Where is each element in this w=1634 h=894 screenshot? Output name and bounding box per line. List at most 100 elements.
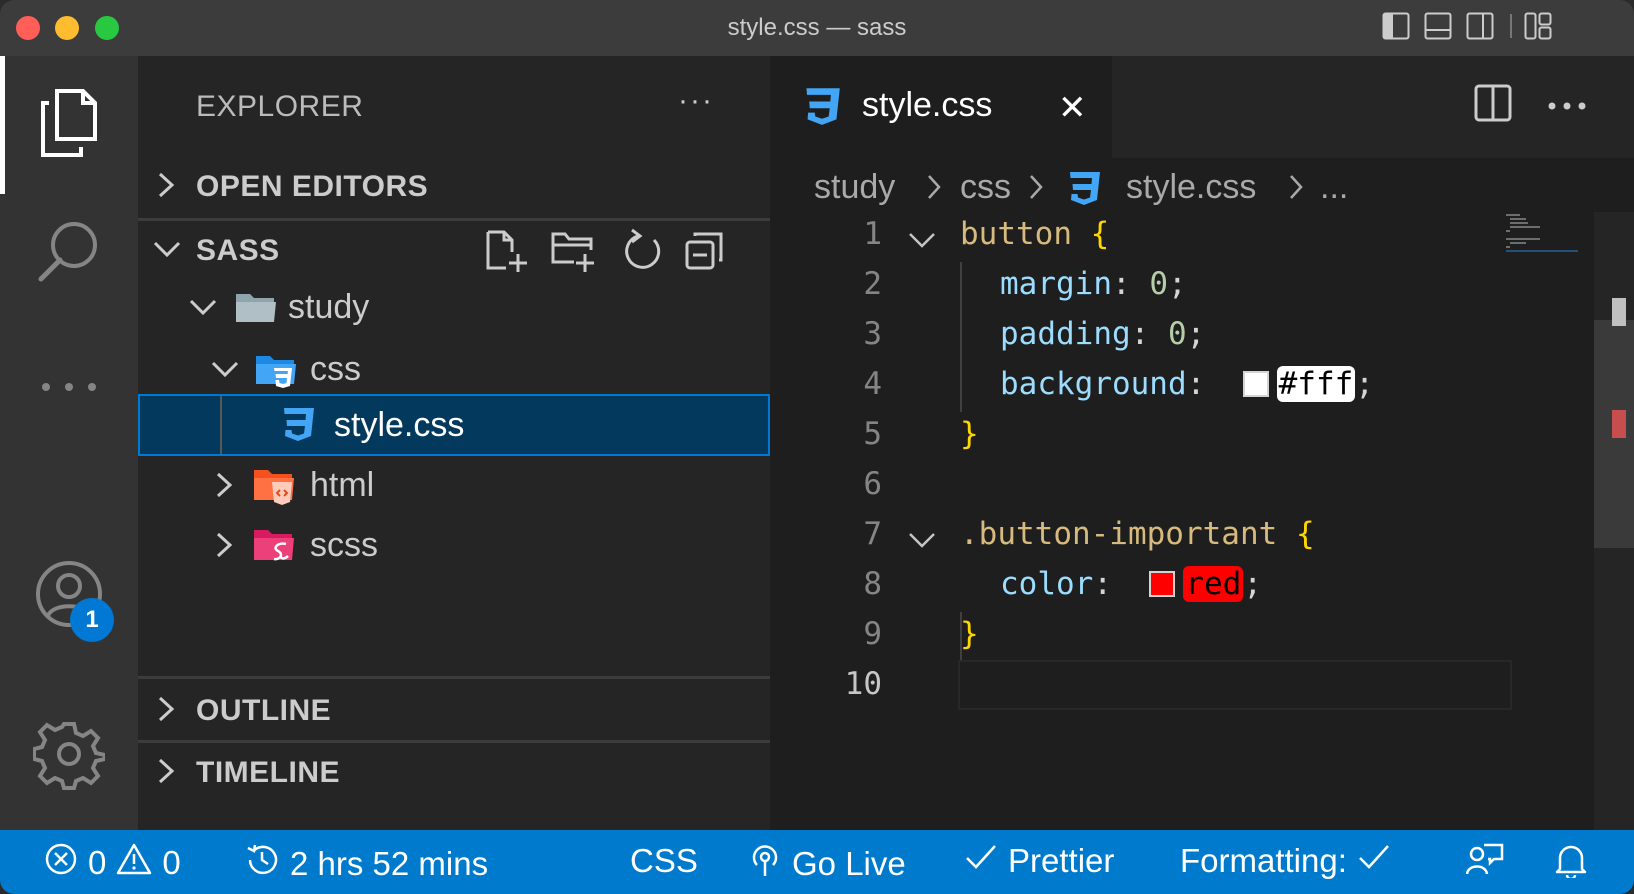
code-text: button {	[960, 216, 1110, 252]
tree-item-html[interactable]: html	[138, 454, 770, 516]
notifications-status[interactable]	[1554, 842, 1588, 886]
breadcrumb-item[interactable]: style.css	[1126, 168, 1256, 207]
tree-item-css[interactable]: css	[138, 338, 770, 400]
activity-accounts[interactable]: 1	[0, 546, 138, 646]
code-text: .button-important {	[960, 516, 1315, 552]
go-live-status[interactable]: Go Live	[748, 842, 906, 886]
code-line: 7 .button-important {	[770, 510, 1530, 562]
css-folder-icon	[254, 350, 298, 399]
chevron-right-icon	[924, 172, 944, 211]
breadcrumb-item[interactable]: ...	[1320, 168, 1348, 207]
layout-controls	[1374, 12, 1634, 44]
toggle-panel-icon[interactable]	[1424, 12, 1452, 45]
prettier-label: Prettier	[1008, 842, 1115, 879]
toggle-primary-sidebar-icon[interactable]	[1382, 12, 1410, 45]
explorer-sidebar: EXPLORER ··· OPEN EDITORS SASS study css…	[138, 56, 770, 830]
code-line: 3 padding: 0;	[770, 310, 1530, 362]
refresh-icon[interactable]	[618, 228, 662, 282]
title-bar: style.css — sass	[0, 0, 1634, 56]
chevron-down-icon	[152, 234, 181, 264]
status-bar: 0 0 2 hrs 52 mins CSS Go Live Prettier F…	[0, 830, 1634, 894]
go-live-label: Go Live	[792, 845, 906, 882]
color-swatch[interactable]	[1149, 571, 1176, 597]
vscode-window: style.css — sass 1 EXPLORER ··· OPEN EDI…	[0, 0, 1634, 894]
color-value-highlight: red	[1183, 566, 1244, 602]
indent-guide	[220, 396, 222, 454]
line-number: 1	[863, 216, 882, 252]
chevron-right-icon	[1286, 172, 1306, 211]
code-line: 2 margin: 0;	[770, 260, 1530, 312]
chevron-down-icon	[210, 354, 239, 384]
section-sass[interactable]: SASS	[138, 220, 770, 282]
chevron-right-icon	[210, 530, 236, 560]
line-number: 7	[863, 516, 882, 552]
section-label: OPEN EDITORS	[196, 170, 429, 203]
code-text: padding: 0;	[1000, 316, 1206, 352]
new-file-icon[interactable]	[484, 228, 528, 282]
code-text: margin: 0;	[1000, 266, 1187, 302]
code-line: 10	[770, 660, 1530, 712]
tree-item-label: css	[310, 350, 361, 388]
formatting-status[interactable]: Formatting:	[1180, 842, 1391, 880]
scrollbar-marker	[1612, 298, 1626, 326]
close-tab-icon[interactable]: ✕	[1058, 88, 1087, 128]
section-open-editors[interactable]: OPEN EDITORS	[138, 156, 770, 218]
language-mode-status[interactable]: CSS	[630, 842, 698, 880]
chevron-right-icon	[1026, 172, 1046, 211]
prettier-status[interactable]: Prettier	[964, 842, 1114, 880]
section-outline[interactable]: OUTLINE	[138, 680, 770, 742]
breadcrumb-item[interactable]: css	[960, 168, 1011, 207]
error-count: 0	[88, 844, 107, 881]
section-timeline[interactable]: TIMELINE	[138, 742, 770, 804]
chevron-right-icon	[152, 756, 178, 786]
editor-more-icon[interactable]	[1548, 98, 1586, 116]
chevron-down-icon[interactable]	[908, 524, 936, 560]
formatting-label: Formatting:	[1180, 842, 1347, 879]
activity-search[interactable]	[0, 198, 138, 308]
line-number: 5	[863, 416, 882, 452]
problems-status[interactable]: 0 0	[44, 842, 181, 884]
time-tracker-status[interactable]: 2 hrs 52 mins	[244, 842, 488, 886]
sass-folder-icon	[252, 526, 296, 575]
feedback-status[interactable]	[1465, 842, 1504, 886]
scrollbar-marker	[1612, 410, 1626, 438]
tab-style-css[interactable]: style.css ✕	[770, 56, 1112, 158]
language-label: CSS	[630, 842, 698, 879]
line-number: 3	[863, 316, 882, 352]
tree-item-scss[interactable]: scss	[138, 514, 770, 576]
sidebar-more-button[interactable]: ···	[678, 84, 714, 118]
line-number: 10	[844, 666, 882, 702]
vertical-scrollbar[interactable]	[1594, 212, 1634, 830]
line-number: 4	[863, 366, 882, 402]
breadcrumb-item[interactable]: study	[814, 168, 895, 207]
code-line: 6	[770, 460, 1530, 512]
tree-item-study[interactable]: study	[138, 276, 770, 338]
check-icon	[1357, 842, 1391, 880]
code-line: 8 color: red;	[770, 560, 1530, 612]
tab-bar: style.css ✕	[770, 56, 1634, 158]
toggle-secondary-sidebar-icon[interactable]	[1466, 12, 1494, 45]
time-label: 2 hrs 52 mins	[290, 845, 489, 882]
activity-manage[interactable]	[0, 706, 138, 806]
customize-layout-icon[interactable]	[1524, 12, 1552, 45]
explorer-actions	[478, 228, 758, 278]
history-icon	[244, 842, 280, 886]
broadcast-icon	[748, 842, 782, 886]
new-folder-icon[interactable]	[550, 228, 596, 282]
explorer-icon	[37, 87, 101, 164]
code-text: }	[960, 416, 979, 452]
code-line: 4 background: #fff;	[770, 360, 1530, 412]
color-value-highlight: #fff	[1276, 366, 1356, 402]
activity-explorer[interactable]	[0, 56, 138, 194]
color-swatch[interactable]	[1242, 371, 1269, 397]
chevron-down-icon[interactable]	[908, 224, 936, 260]
tree-item-style-css[interactable]: style.css	[138, 394, 770, 456]
activity-bar: 1	[0, 56, 138, 830]
feedback-icon	[1465, 842, 1504, 886]
activity-more[interactable]	[0, 338, 138, 438]
section-label: OUTLINE	[196, 694, 332, 727]
css3-icon	[280, 406, 316, 451]
split-editor-icon[interactable]	[1474, 84, 1512, 127]
collapse-all-icon[interactable]	[684, 228, 726, 282]
tree-item-label: style.css	[334, 406, 465, 444]
